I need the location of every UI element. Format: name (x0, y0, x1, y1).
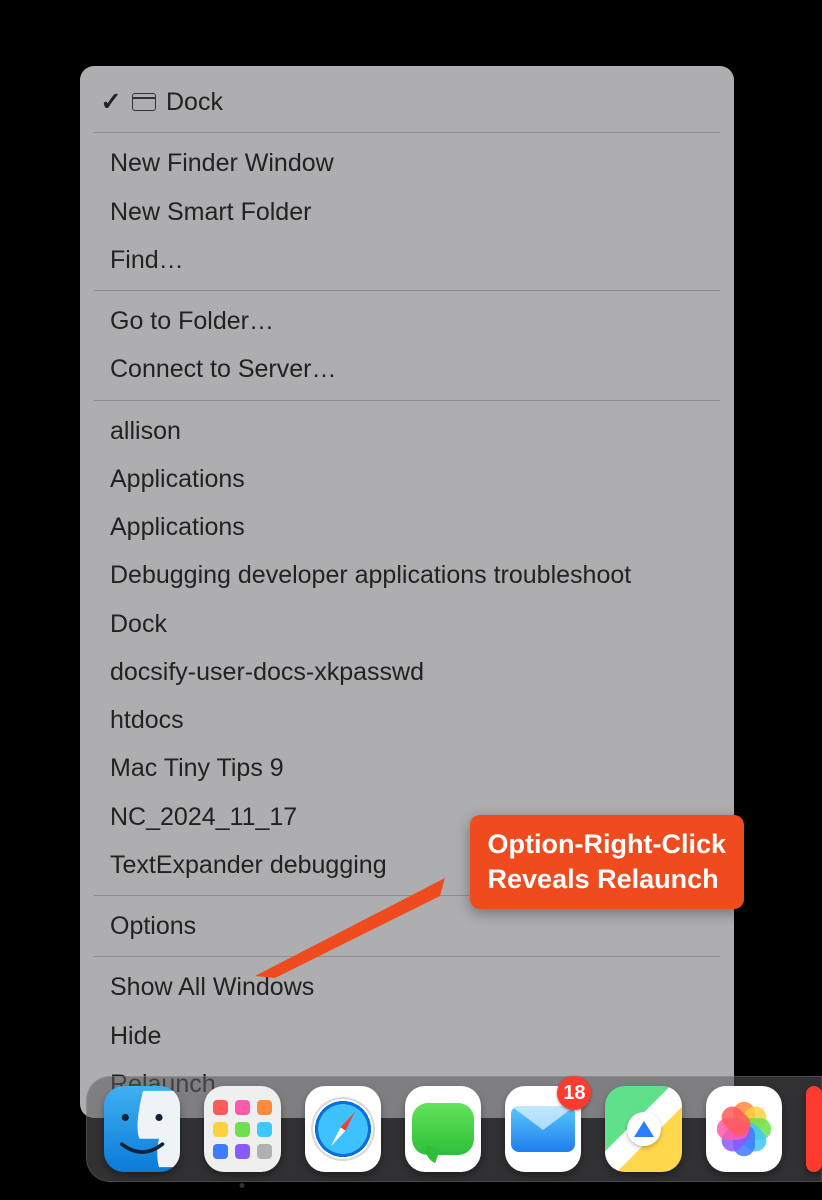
menu-item-label: Find… (110, 242, 184, 278)
menu-item-label: Dock (166, 84, 223, 120)
menu-item-label: allison (110, 413, 181, 449)
dock-app-partial[interactable] (806, 1086, 822, 1172)
dock-app-mail[interactable]: 18 (505, 1086, 581, 1172)
launchpad-icon (213, 1100, 272, 1159)
menu-item-recent-htdocs[interactable]: htdocs (80, 696, 734, 744)
menu-item-label: NC_2024_11_17 (110, 799, 297, 835)
menu-item-connect-to-server[interactable]: Connect to Server… (80, 345, 734, 393)
running-indicator-icon (240, 1183, 245, 1188)
mail-icon (511, 1106, 575, 1152)
menu-item-recent-applications-2[interactable]: Applications (80, 503, 734, 551)
menu-item-recent-applications-1[interactable]: Applications (80, 455, 734, 503)
finder-dock-context-menu: ✓ Dock New Finder Window New Smart Folde… (80, 66, 734, 1118)
checkmark-icon: ✓ (100, 84, 122, 120)
menu-item-recent-mac-tiny-tips[interactable]: Mac Tiny Tips 9 (80, 744, 734, 792)
dock-app-launchpad[interactable] (204, 1086, 280, 1172)
dock-app-safari[interactable] (305, 1086, 381, 1172)
menu-item-label: Dock (110, 606, 167, 642)
menu-item-label: TextExpander debugging (110, 847, 387, 883)
menu-item-recent-dock[interactable]: Dock (80, 600, 734, 648)
menu-item-label: New Finder Window (110, 145, 334, 181)
menu-item-new-smart-folder[interactable]: New Smart Folder (80, 188, 734, 236)
menu-item-label: Mac Tiny Tips 9 (110, 750, 284, 786)
menu-item-show-all-windows[interactable]: Show All Windows (80, 963, 734, 1011)
menu-item-label: docsify-user-docs-xkpasswd (110, 654, 424, 690)
menu-item-label: Options (110, 908, 196, 944)
menu-item-find[interactable]: Find… (80, 236, 734, 284)
menu-separator (94, 400, 720, 401)
finder-icon (104, 1086, 180, 1172)
menu-item-new-finder-window[interactable]: New Finder Window (80, 139, 734, 187)
dock-app-photos[interactable] (706, 1086, 782, 1172)
menu-item-hide[interactable]: Hide (80, 1012, 734, 1060)
menu-item-label: New Smart Folder (110, 194, 311, 230)
menu-item-label: Applications (110, 461, 245, 497)
menu-separator (94, 132, 720, 133)
menu-item-recent-debugging[interactable]: Debugging developer applications trouble… (80, 551, 734, 599)
menu-item-dock-window[interactable]: ✓ Dock (80, 78, 734, 126)
menu-item-recent-docsify[interactable]: docsify-user-docs-xkpasswd (80, 648, 734, 696)
notification-badge: 18 (557, 1076, 591, 1110)
menu-item-label: Applications (110, 509, 245, 545)
menu-item-go-to-folder[interactable]: Go to Folder… (80, 297, 734, 345)
menu-item-label: Go to Folder… (110, 303, 274, 339)
menu-separator (94, 956, 720, 957)
menu-item-label: Connect to Server… (110, 351, 337, 387)
dock-app-messages[interactable] (405, 1086, 481, 1172)
menu-item-recent-allison[interactable]: allison (80, 407, 734, 455)
photos-icon (713, 1098, 775, 1160)
safari-icon (311, 1097, 375, 1161)
menu-separator (94, 290, 720, 291)
annotation-callout: Option-Right-Click Reveals Relaunch (470, 815, 744, 909)
menu-item-label: Hide (110, 1018, 161, 1054)
messages-icon (412, 1103, 474, 1155)
window-icon (132, 93, 156, 111)
dock: 18 (86, 1076, 822, 1182)
dock-app-maps[interactable] (605, 1086, 681, 1172)
menu-item-label: htdocs (110, 702, 184, 738)
dock-app-finder[interactable] (104, 1086, 180, 1172)
maps-icon (627, 1112, 661, 1146)
menu-item-label: Show All Windows (110, 969, 314, 1005)
menu-item-label: Debugging developer applications trouble… (110, 557, 631, 593)
menu-item-options[interactable]: Options (80, 902, 734, 950)
